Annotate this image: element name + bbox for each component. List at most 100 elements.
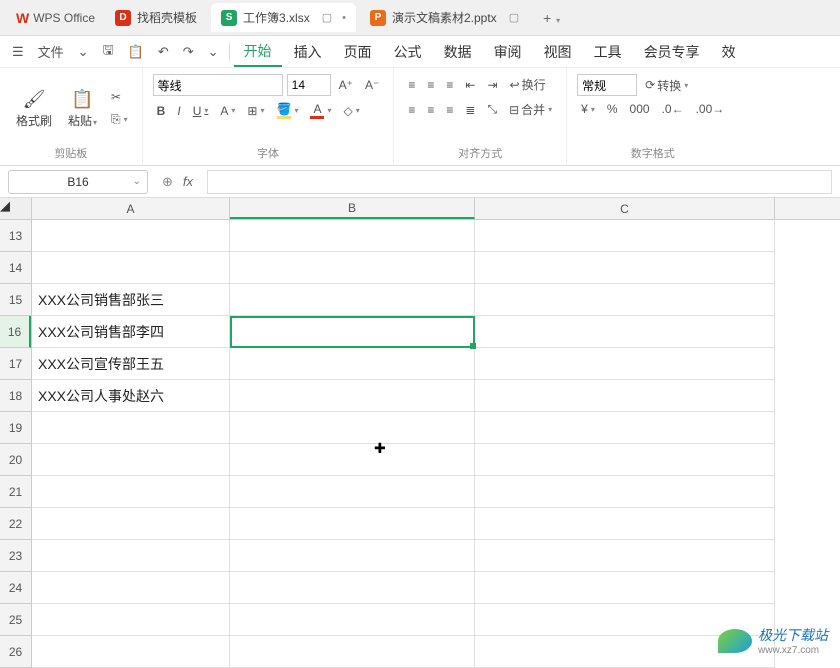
- border-button[interactable]: ⊞▾: [243, 102, 268, 120]
- decrease-decimal-button[interactable]: .0←: [658, 100, 688, 118]
- percent-button[interactable]: %: [603, 100, 622, 118]
- align-center-button[interactable]: ≡: [423, 101, 438, 119]
- orientation-button[interactable]: ⤡: [483, 100, 501, 119]
- cell[interactable]: [230, 284, 475, 316]
- cell[interactable]: [32, 636, 230, 668]
- increase-font-button[interactable]: A⁺: [335, 76, 357, 94]
- menu-tools[interactable]: 工具: [584, 38, 632, 66]
- align-bottom-button[interactable]: ≡: [442, 76, 457, 94]
- indent-right-button[interactable]: ⇥: [483, 76, 501, 94]
- expand-icon[interactable]: ⊕: [162, 174, 173, 190]
- cell[interactable]: [230, 316, 475, 348]
- cell[interactable]: XXX公司宣传部王五: [32, 348, 230, 380]
- cell[interactable]: [475, 540, 775, 572]
- cell[interactable]: [230, 508, 475, 540]
- undo-icon[interactable]: ↶: [152, 40, 175, 64]
- align-right-button[interactable]: ≡: [442, 101, 457, 119]
- menu-view[interactable]: 视图: [534, 38, 582, 66]
- row-header[interactable]: 19: [0, 412, 31, 444]
- cell[interactable]: [230, 636, 475, 668]
- row-header[interactable]: 26: [0, 636, 31, 668]
- menu-start[interactable]: 开始: [234, 37, 282, 67]
- underline-button[interactable]: U▾: [189, 102, 213, 120]
- paste-button[interactable]: 📋 粘贴▾: [62, 85, 103, 133]
- file-menu[interactable]: 文件: [32, 38, 70, 65]
- menu-insert[interactable]: 插入: [284, 38, 332, 66]
- menu-more[interactable]: 效: [712, 38, 746, 66]
- cell[interactable]: [475, 284, 775, 316]
- convert-button[interactable]: ⟳ 转换▾: [641, 75, 692, 96]
- cell[interactable]: [230, 412, 475, 444]
- cell[interactable]: XXX公司销售部张三: [32, 284, 230, 316]
- cell[interactable]: [32, 220, 230, 252]
- row-header[interactable]: 16: [0, 316, 31, 348]
- currency-button[interactable]: ¥▾: [577, 100, 599, 118]
- indent-left-button[interactable]: ⇤: [461, 76, 479, 94]
- cell[interactable]: [475, 348, 775, 380]
- cell[interactable]: [32, 604, 230, 636]
- row-header[interactable]: 15: [0, 284, 31, 316]
- row-header[interactable]: 25: [0, 604, 31, 636]
- cell[interactable]: XXX公司人事处赵六: [32, 380, 230, 412]
- cells-area[interactable]: XXX公司销售部张三XXX公司销售部李四XXX公司宣传部王五XXX公司人事处赵六: [32, 220, 775, 668]
- cell[interactable]: [475, 444, 775, 476]
- fill-color-button[interactable]: 🪣▾: [272, 100, 302, 121]
- cell[interactable]: [475, 252, 775, 284]
- cell[interactable]: [230, 220, 475, 252]
- cell[interactable]: [475, 220, 775, 252]
- row-header[interactable]: 20: [0, 444, 31, 476]
- row-header[interactable]: 23: [0, 540, 31, 572]
- column-header-C[interactable]: C: [475, 198, 775, 219]
- menu-page[interactable]: 页面: [334, 38, 382, 66]
- distribute-button[interactable]: ≣: [461, 101, 479, 119]
- row-header[interactable]: 17: [0, 348, 31, 380]
- dropdown-icon[interactable]: ⌄: [202, 40, 225, 64]
- wrap-button[interactable]: ↩ 换行: [506, 74, 550, 95]
- window-icon[interactable]: ▢: [509, 11, 519, 24]
- tab-workbook[interactable]: S 工作簿3.xlsx ▢ •: [211, 3, 356, 32]
- cell[interactable]: [230, 572, 475, 604]
- redo-icon[interactable]: ↷: [177, 40, 200, 64]
- add-tab-button[interactable]: + ▾: [531, 10, 572, 26]
- cell[interactable]: [32, 412, 230, 444]
- font-size-select[interactable]: [287, 74, 331, 96]
- row-header[interactable]: 18: [0, 380, 31, 412]
- row-header[interactable]: 14: [0, 252, 31, 284]
- window-icon[interactable]: ▢: [322, 11, 332, 24]
- clear-format-button[interactable]: ◇▾: [339, 102, 363, 120]
- row-header[interactable]: 13: [0, 220, 31, 252]
- cell[interactable]: [230, 444, 475, 476]
- hamburger-icon[interactable]: ☰: [6, 40, 30, 64]
- align-left-button[interactable]: ≡: [404, 101, 419, 119]
- cell[interactable]: [475, 380, 775, 412]
- clipboard-icon[interactable]: 📋: [122, 40, 150, 64]
- tab-templates[interactable]: D 找稻壳模板: [105, 3, 207, 32]
- strike-button[interactable]: A▾: [216, 102, 239, 120]
- save-icon[interactable]: 🖫: [97, 37, 120, 67]
- select-all-corner[interactable]: ◢: [0, 198, 32, 219]
- increase-decimal-button[interactable]: .00→: [692, 100, 729, 118]
- menu-review[interactable]: 审阅: [484, 38, 532, 66]
- row-header[interactable]: 24: [0, 572, 31, 604]
- cell[interactable]: [230, 348, 475, 380]
- align-middle-button[interactable]: ≡: [423, 76, 438, 94]
- cell[interactable]: [32, 476, 230, 508]
- cell[interactable]: [475, 508, 775, 540]
- cell[interactable]: [32, 508, 230, 540]
- cell[interactable]: [475, 316, 775, 348]
- formula-input[interactable]: [207, 170, 832, 194]
- row-header[interactable]: 21: [0, 476, 31, 508]
- cell[interactable]: [230, 476, 475, 508]
- menu-data[interactable]: 数据: [434, 38, 482, 66]
- bold-button[interactable]: B: [153, 102, 170, 120]
- format-painter-button[interactable]: 🖌 格式刷: [10, 85, 58, 133]
- menu-member[interactable]: 会员专享: [634, 38, 710, 66]
- cell[interactable]: [475, 572, 775, 604]
- cell[interactable]: [32, 444, 230, 476]
- cell[interactable]: [230, 380, 475, 412]
- tab-presentation[interactable]: P 演示文稿素材2.pptx ▢: [360, 3, 529, 32]
- cell[interactable]: [230, 540, 475, 572]
- cut-button[interactable]: ✂: [107, 88, 132, 106]
- font-color-button[interactable]: A▾: [306, 100, 335, 121]
- cell[interactable]: [32, 252, 230, 284]
